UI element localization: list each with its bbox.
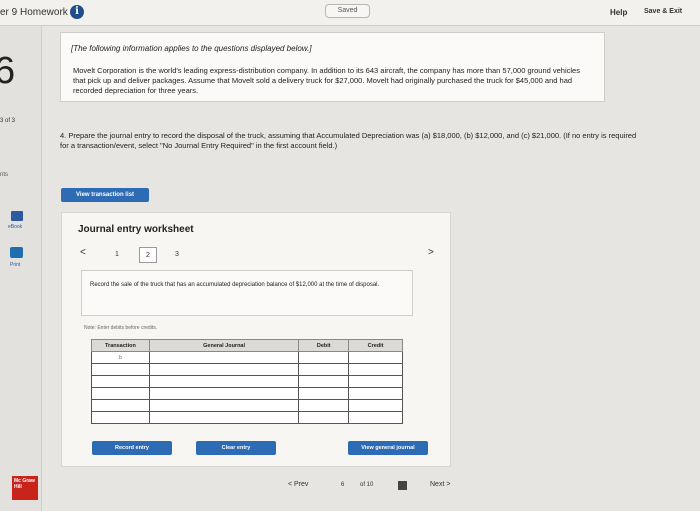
chevron-left-icon[interactable]: < bbox=[80, 247, 86, 258]
credit-field[interactable] bbox=[348, 387, 403, 400]
account-field[interactable] bbox=[148, 411, 300, 424]
transaction-cell bbox=[91, 399, 150, 412]
grid-icon[interactable] bbox=[398, 481, 407, 490]
print-icon[interactable] bbox=[10, 247, 23, 258]
credit-field[interactable] bbox=[348, 411, 403, 424]
left-rail: 6 3 of 3 nts eBook Print Mc Graw Hill bbox=[0, 26, 42, 511]
table-row bbox=[91, 363, 403, 376]
account-field[interactable] bbox=[148, 351, 300, 364]
transaction-cell bbox=[91, 375, 150, 388]
saved-status-badge: Saved bbox=[325, 4, 370, 18]
column-header-general-journal: General Journal bbox=[148, 339, 300, 352]
chevron-right-icon[interactable]: > bbox=[428, 247, 434, 258]
column-header-credit: Credit bbox=[348, 339, 403, 352]
question-prompt: 4. Prepare the journal entry to record t… bbox=[60, 131, 637, 150]
account-field[interactable] bbox=[148, 387, 300, 400]
clear-entry-button[interactable]: Clear entry bbox=[196, 441, 276, 455]
question-pager: < Prev 6 of 10 Next > bbox=[60, 472, 700, 502]
question-number: 6 bbox=[0, 50, 16, 92]
debit-field[interactable] bbox=[298, 363, 350, 376]
record-entry-button[interactable]: Record entry bbox=[92, 441, 172, 455]
column-header-transaction: Transaction bbox=[91, 339, 150, 352]
debits-credits-note: Note: Enter debits before credits. bbox=[84, 325, 158, 331]
mcgraw-hill-logo: Mc Graw Hill bbox=[12, 476, 38, 500]
table-row: b bbox=[91, 351, 403, 364]
entry-instruction-box: Record the sale of the truck that has an… bbox=[81, 270, 413, 316]
credit-field[interactable] bbox=[348, 375, 403, 388]
transaction-cell bbox=[91, 387, 150, 400]
transaction-cell bbox=[91, 363, 150, 376]
view-transaction-list-button[interactable]: View transaction list bbox=[61, 188, 149, 202]
ebook-icon[interactable] bbox=[11, 211, 23, 221]
account-field[interactable] bbox=[148, 363, 300, 376]
table-row bbox=[91, 375, 403, 388]
points-label: nts bbox=[0, 172, 9, 178]
debit-field[interactable] bbox=[298, 411, 350, 424]
account-field[interactable] bbox=[148, 399, 300, 412]
next-question-button[interactable]: Next > bbox=[430, 481, 450, 488]
entry-instruction-text: Record the sale of the truck that has an… bbox=[90, 282, 380, 288]
debit-field[interactable] bbox=[298, 399, 350, 412]
entry-tab-1[interactable]: 1 bbox=[108, 247, 126, 263]
column-header-debit: Debit bbox=[298, 339, 350, 352]
entry-tab-3[interactable]: 3 bbox=[168, 247, 186, 263]
credit-field[interactable] bbox=[348, 351, 403, 364]
problem-info-box: [The following information applies to th… bbox=[60, 32, 605, 102]
table-row bbox=[91, 387, 403, 400]
current-question-number: 6 bbox=[341, 482, 345, 488]
table-row bbox=[91, 411, 403, 424]
info-lead-text: [The following information applies to th… bbox=[71, 44, 312, 53]
debit-field[interactable] bbox=[298, 387, 350, 400]
transaction-cell: b bbox=[91, 351, 150, 364]
homework-title: er 9 Homework bbox=[0, 7, 68, 18]
top-bar: er 9 Homework i Saved Help Save & Exit bbox=[0, 0, 700, 26]
save-and-exit-button[interactable]: Save & Exit bbox=[644, 8, 682, 15]
print-label[interactable]: Print bbox=[10, 262, 20, 268]
journal-entry-worksheet: Journal entry worksheet < 1 2 3 > Record… bbox=[61, 212, 451, 467]
credit-field[interactable] bbox=[348, 363, 403, 376]
journal-entry-table: Transaction General Journal Debit Credit… bbox=[91, 339, 403, 424]
table-row bbox=[91, 399, 403, 412]
prev-question-button[interactable]: < Prev bbox=[288, 481, 308, 488]
question-total: of 10 bbox=[360, 482, 374, 488]
view-general-journal-button[interactable]: View general journal bbox=[348, 441, 428, 455]
question-part-progress: 3 of 3 bbox=[0, 118, 16, 124]
ebook-label[interactable]: eBook bbox=[8, 224, 22, 230]
worksheet-title: Journal entry worksheet bbox=[78, 224, 194, 235]
entry-tab-2[interactable]: 2 bbox=[139, 247, 157, 263]
info-icon[interactable]: i bbox=[70, 5, 84, 19]
debit-field[interactable] bbox=[298, 351, 350, 364]
info-body-text: Movelt Corporation is the world's leadin… bbox=[73, 66, 580, 95]
credit-field[interactable] bbox=[348, 399, 403, 412]
debit-field[interactable] bbox=[298, 375, 350, 388]
account-field[interactable] bbox=[148, 375, 300, 388]
transaction-cell bbox=[91, 411, 150, 424]
help-link[interactable]: Help bbox=[610, 8, 627, 17]
